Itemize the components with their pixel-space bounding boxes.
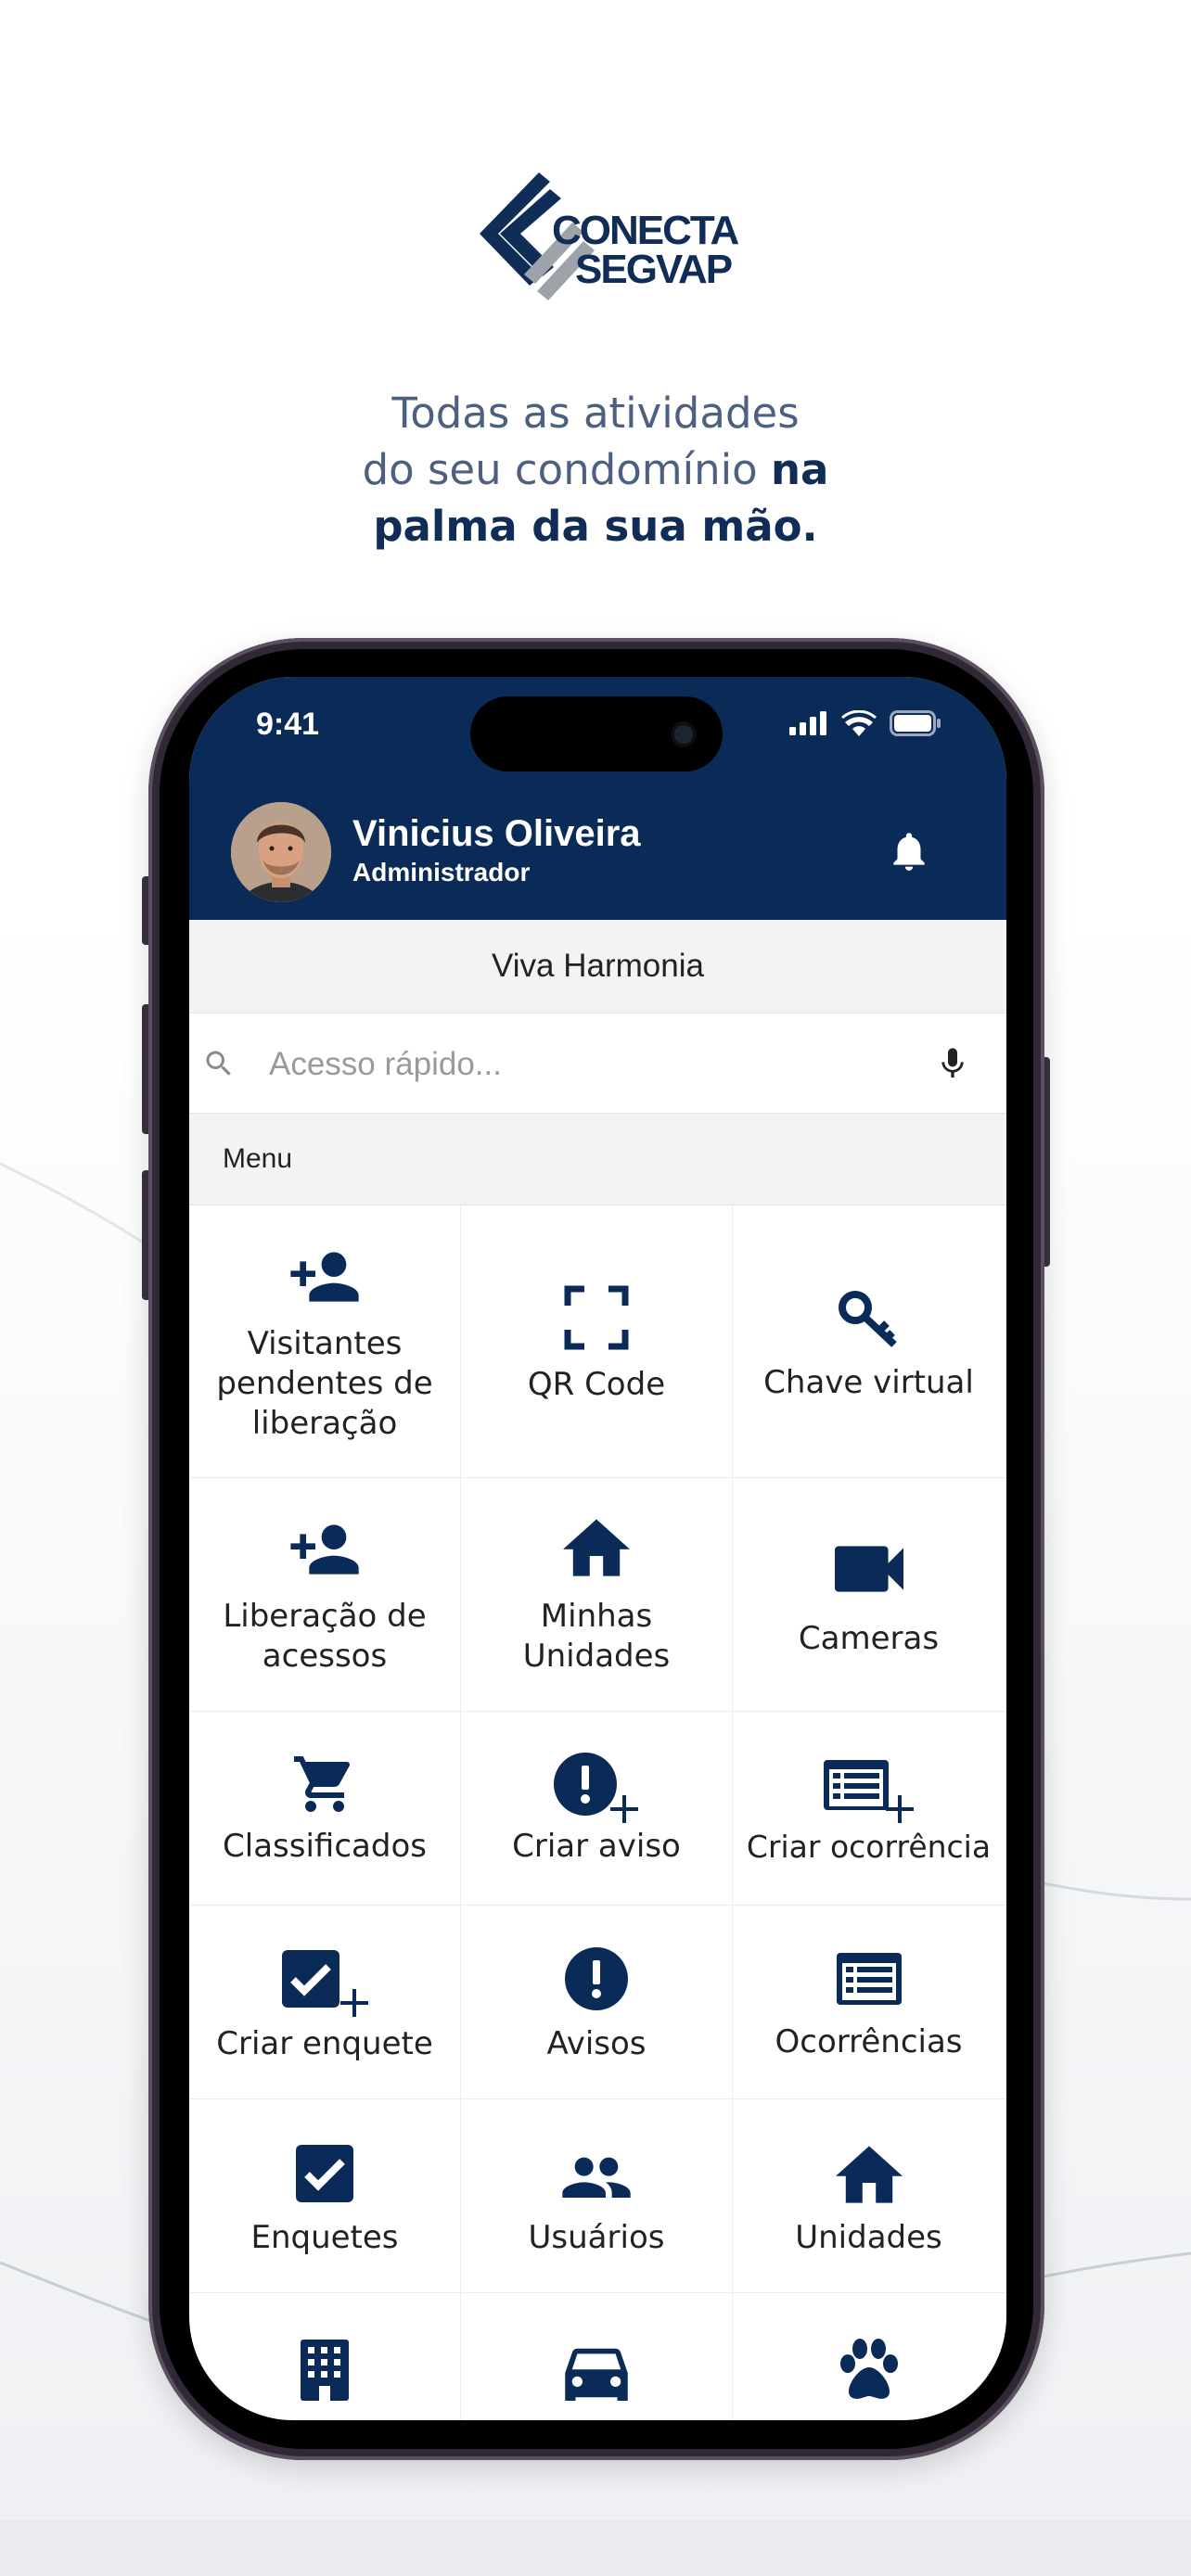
menu-item-label: Criar aviso [512,1828,681,1865]
menu-row: Classificados Criar aviso Criar ocorrênc… [189,1712,1006,1906]
alert-icon [565,1947,628,2010]
menu-section-header: Menu [189,1114,1006,1205]
menu-item-label: Liberação de acessos [223,1598,427,1675]
video-camera-icon [834,1546,903,1592]
qr-scan-icon [564,1285,629,1350]
microphone-icon[interactable] [934,1041,971,1086]
tagline: Todas as atividades do seu condomínio na… [0,385,1191,555]
menu-item-criar-enquete[interactable]: Criar enquete [189,1906,461,2098]
search-icon [206,1051,231,1076]
building-icon [301,2340,349,2401]
quick-access-search [189,1014,1006,1114]
tagline-line-3: palma da sua mão. [0,498,1191,555]
search-input[interactable] [267,1036,864,1093]
signal-icon [789,711,826,735]
tagline-line-2: do seu condomínio na [0,441,1191,498]
menu-title: Menu [223,1143,293,1174]
app-header: 9:41 Vinicius Oliveira Administrador [189,677,1006,920]
menu-item-label: QR Code [527,1366,666,1403]
menu-item-label: Criar ocorrência [746,1829,992,1865]
menu-item-ocorrencias[interactable]: Ocorrências [733,1906,1005,2098]
wifi-icon [841,710,877,736]
menu-row [189,2293,1006,2420]
people-icon [562,2157,631,2198]
paw-icon [839,2339,898,2399]
tagline-line-2-text: do seu condomínio [362,445,758,494]
menu-item-liberacao-acessos[interactable]: Liberação de acessos [189,1478,461,1711]
front-camera-icon [674,725,693,744]
menu-item-label: Enquetes [250,2219,399,2256]
menu-row: Enquetes Usuários Unidades [189,2099,1006,2293]
brand-wordmark: CONECTA SEGVAP [552,208,739,292]
menu-item-label: Chave virtual [763,1364,974,1401]
menu-item-label: Classificados [223,1828,427,1865]
menu-item-building[interactable] [189,2293,461,2420]
menu-item-criar-ocorrencia[interactable]: Criar ocorrência [733,1712,1005,1905]
menu-row: Liberação de acessos Minhas Unidades Cam… [189,1478,1006,1712]
condominium-selector[interactable]: Viva Harmonia [189,920,1006,1014]
menu-item-classificados[interactable]: Classificados [189,1712,461,1905]
menu-item-avisos[interactable]: Avisos [461,1906,733,2098]
home-icon [563,1519,630,1576]
menu-item-unidades[interactable]: Unidades [733,2099,1005,2292]
menu-row: Criar enquete Avisos Ocorrências [189,1906,1006,2099]
menu-item-usuarios[interactable]: Usuários [461,2099,733,2292]
menu-item-qr-code[interactable]: QR Code [461,1205,733,1477]
checkbox-icon [296,2145,353,2202]
car-icon [565,2348,628,2401]
menu-item-enquetes[interactable]: Enquetes [189,2099,461,2292]
tagline-bold-2: palma da sua mão. [373,502,818,551]
menu-item-chave-virtual[interactable]: Chave virtual [733,1205,1005,1477]
brand-line-2: SEGVAP [575,247,733,292]
menu-item-minhas-unidades[interactable]: Minhas Unidades [461,1478,733,1711]
menu-item-label: Criar enquete [216,2025,433,2062]
menu-item-label: Minhas Unidades [522,1598,671,1675]
status-time: 9:41 [256,707,320,742]
phone-screen: 9:41 Vinicius Oliveira Administrador Viv… [189,677,1006,2420]
list-add-icon [823,1760,914,1823]
user-name: Vinicius Oliveira [352,813,641,854]
alert-add-icon [554,1753,638,1823]
tagline-line-1: Todas as atividades [391,389,800,438]
menu-grid: Visitantes pendentes de liberação QR Cod… [189,1205,1006,2420]
menu-item-pets[interactable] [733,2293,1005,2420]
home-icon [835,2146,903,2203]
notifications-bell-icon[interactable] [886,823,932,879]
brand-line-1: CONECTA [552,208,739,253]
status-icons [789,710,941,736]
menu-item-visitantes-pendentes[interactable]: Visitantes pendentes de liberação [189,1205,461,1477]
person-add-icon [290,1524,359,1575]
menu-item-label: Visitantes pendentes de liberação [216,1325,433,1442]
menu-item-cameras[interactable]: Cameras [733,1478,1005,1711]
menu-item-car[interactable] [461,2293,733,2420]
avatar-photo [231,802,331,902]
avatar[interactable] [231,802,331,902]
cart-icon [294,1756,351,1812]
menu-item-label: Ocorrências [775,2023,963,2060]
battery-icon [890,710,941,736]
menu-item-criar-aviso[interactable]: Criar aviso [461,1712,733,1905]
list-icon [836,1953,902,2005]
bottom-strip [0,2520,1191,2576]
check-add-icon [282,1950,368,2017]
tagline-bold-1: na [771,445,829,494]
user-role: Administrador [352,858,531,886]
menu-item-label: Unidades [795,2219,942,2256]
dynamic-island [470,696,723,772]
menu-item-label: Usuários [528,2219,665,2256]
person-add-icon [290,1252,359,1302]
menu-item-label: Avisos [546,2025,647,2062]
menu-item-label: Cameras [798,1620,940,1657]
key-icon [838,1291,897,1347]
menu-row: Visitantes pendentes de liberação QR Cod… [189,1205,1006,1478]
